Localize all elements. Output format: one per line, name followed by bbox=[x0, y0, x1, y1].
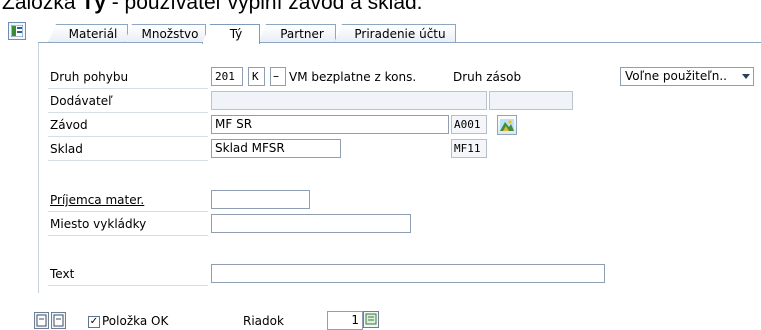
label-text: Text bbox=[50, 267, 75, 281]
document-next-icon bbox=[53, 314, 64, 327]
caption-suffix: - používateľ vyplní závod a sklad. bbox=[105, 0, 423, 14]
stock-type-select[interactable]: Voľne použiteľn.. bbox=[620, 67, 754, 86]
document-next-button[interactable] bbox=[51, 312, 66, 329]
item-ok-label: Položka OK bbox=[102, 314, 169, 328]
document-prev-icon bbox=[36, 314, 47, 327]
movement-type-desc: VM bezplatne z kons. bbox=[289, 70, 417, 84]
plant-overview-button[interactable] bbox=[497, 115, 517, 135]
label-dodavatel: Dodávateľ bbox=[50, 94, 113, 108]
row-separator bbox=[48, 136, 208, 137]
tab-partner[interactable]: Partner bbox=[258, 24, 336, 43]
tab-ty[interactable]: Tý bbox=[202, 24, 260, 44]
reversal-indicator[interactable]: – bbox=[270, 67, 286, 86]
row-separator bbox=[48, 88, 208, 89]
tab-material[interactable]: Materiál bbox=[48, 24, 128, 43]
tab-label: Partner bbox=[280, 27, 324, 41]
label-zavod: Závod bbox=[50, 118, 88, 132]
movement-type-field[interactable]: 201 bbox=[211, 67, 243, 86]
row-separator bbox=[48, 112, 208, 113]
label-miesto-vykladky: Miesto vykládky bbox=[50, 217, 147, 231]
chevron-down-icon bbox=[742, 74, 750, 79]
label-sklad: Sklad bbox=[50, 142, 83, 156]
row-separator bbox=[48, 285, 208, 286]
layout-toggle-icon bbox=[11, 25, 23, 37]
stock-type-value: Voľne použiteľn.. bbox=[625, 69, 727, 83]
caption-bold: Tý bbox=[81, 0, 106, 14]
item-text-field[interactable] bbox=[211, 264, 605, 283]
row-separator bbox=[48, 211, 208, 212]
tab-priradenie-uctu[interactable]: Priradenie účtu bbox=[334, 24, 456, 43]
storage-location-code: MF11 bbox=[451, 139, 487, 158]
line-label: Riadok bbox=[243, 314, 284, 328]
select-line-icon bbox=[365, 313, 377, 325]
plant-name-field[interactable]: MF SR bbox=[211, 115, 449, 134]
vendor-name-field[interactable] bbox=[489, 91, 573, 110]
select-line-button[interactable] bbox=[363, 311, 379, 328]
caption-prefix: Záložka bbox=[2, 0, 82, 14]
plant-code: A001 bbox=[451, 115, 487, 134]
item-ok-checkbox[interactable]: ✓ bbox=[88, 316, 100, 328]
row-separator bbox=[48, 160, 208, 161]
row-separator bbox=[48, 235, 208, 236]
document-prev-button[interactable] bbox=[34, 312, 49, 329]
label-prijemca: Príjemca mater. bbox=[50, 193, 145, 207]
label-druh-zasob: Druh zásob bbox=[453, 70, 522, 84]
tab-label: Množstvo bbox=[141, 27, 199, 41]
tab-mnozstvo[interactable]: Množstvo bbox=[124, 24, 206, 43]
unloading-point-field[interactable] bbox=[211, 214, 411, 233]
caption-text: Záložka Tý - používateľ vyplní závod a s… bbox=[2, 0, 423, 15]
label-druh-pohybu: Druh pohybu bbox=[50, 70, 129, 84]
special-stock-flag-field[interactable]: K bbox=[248, 67, 265, 86]
tab-label: Materiál bbox=[68, 27, 118, 41]
plant-overview-icon bbox=[500, 119, 514, 131]
tab-label: Tý bbox=[229, 27, 243, 41]
tab-label: Priradenie účtu bbox=[354, 27, 446, 41]
line-number-field[interactable]: 1 bbox=[327, 311, 363, 330]
goods-recipient-field[interactable] bbox=[211, 190, 310, 209]
storage-location-field[interactable]: Sklad MFSR bbox=[211, 139, 341, 158]
vendor-field[interactable] bbox=[211, 91, 487, 110]
layout-toggle-button[interactable] bbox=[8, 22, 26, 40]
